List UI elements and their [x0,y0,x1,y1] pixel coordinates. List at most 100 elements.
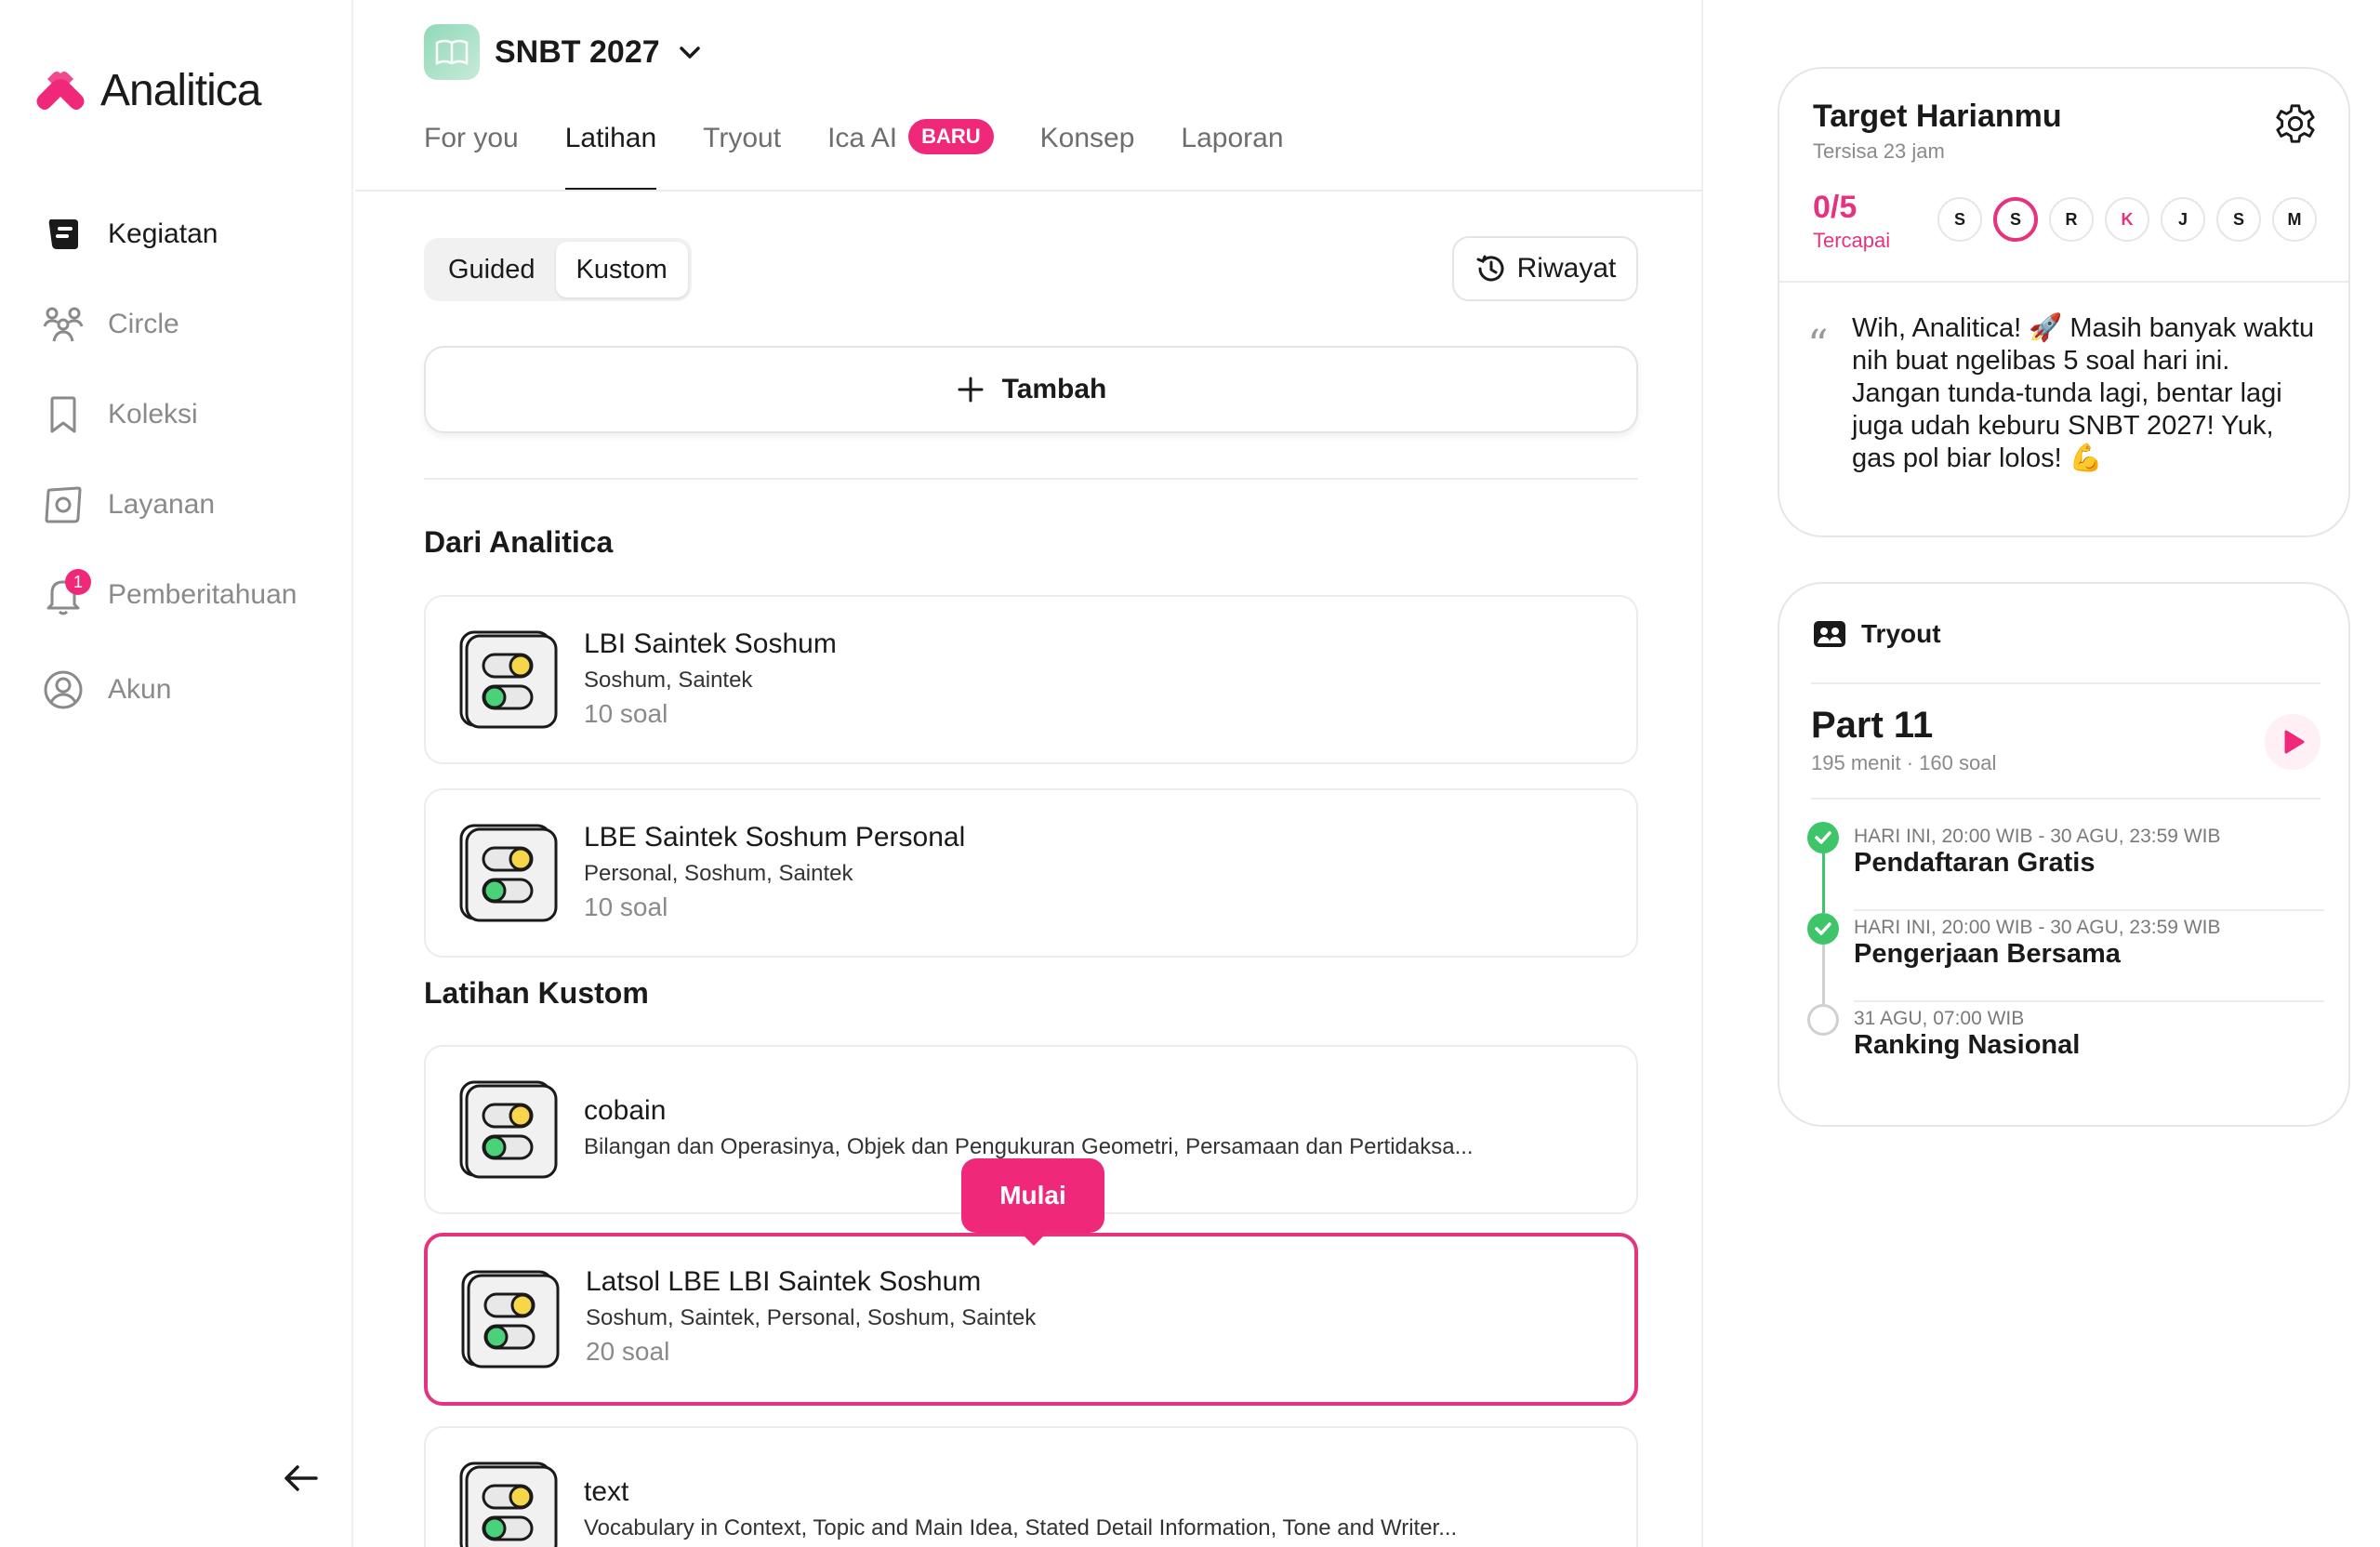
history-label: Riwayat [1516,253,1617,284]
tab-label: Latihan [564,123,657,153]
timeline-what: Pengerjaan Bersama [1854,939,2121,969]
collapse-sidebar-button[interactable] [279,1456,324,1501]
tab-ica-ai[interactable]: Ica AI BARU [827,119,994,192]
practice-card[interactable]: LBE Saintek Soshum Personal Personal, So… [424,788,1638,958]
sidebar-item-layanan[interactable]: Layanan [41,480,338,530]
sidebar-item-kegiatan[interactable]: Kegiatan [41,209,338,259]
timeline-divider [1854,909,2324,911]
tab-label: Konsep [1039,123,1135,153]
timeline-item: HARI INI, 20:00 WIB - 30 AGU, 23:59 WIB … [1807,913,2324,1004]
target-title: Target Harianmu [1813,99,2062,134]
card-title: text [584,1476,629,1507]
card-tags: Bilangan dan Operasinya, Objek dan Pengu… [584,1134,1474,1159]
toggle-stack-icon [459,630,558,729]
group-icon [1814,621,1845,647]
kustom-toggle-button[interactable]: Kustom [555,242,688,298]
tab-label: Ica AI [827,123,898,153]
brand-name: Analitica [100,66,261,115]
tryout-timeline: HARI INI, 20:00 WIB - 30 AGU, 23:59 WIB … [1807,822,2324,1095]
practice-card[interactable]: text Vocabulary in Context, Topic and Ma… [424,1426,1638,1547]
sidebar-item-koleksi[interactable]: Koleksi [41,390,338,440]
timeline-divider [1854,1000,2324,1002]
people-icon [41,302,86,347]
card-title: LBE Saintek Soshum Personal [584,822,966,853]
tab-konsep[interactable]: Konsep [1040,123,1135,192]
tryout-divider [1811,798,2320,800]
new-badge: BARU [908,119,994,154]
sidebar-item-circle[interactable]: Circle [41,299,338,350]
section-title-latihan-kustom: Latihan Kustom [424,976,649,1010]
brand[interactable]: Analitica [33,65,261,116]
card-tags: Soshum, Saintek [584,668,753,693]
chevron-down-icon [679,46,700,59]
check-icon [1807,913,1839,945]
sidebar-item-akun[interactable]: Akun [41,665,338,715]
target-progress: 0/5 [1813,190,1858,225]
quote-icon: “ [1807,322,1829,369]
card-count: 10 soal [584,699,668,728]
tab-for-you[interactable]: For you [424,123,519,192]
sidebar-item-label: Circle [108,309,179,339]
pending-circle-icon [1807,1004,1839,1036]
tab-laporan[interactable]: Laporan [1181,123,1283,192]
play-button[interactable] [2265,714,2320,770]
add-button[interactable]: Tambah [424,346,1638,433]
timeline-item: HARI INI, 20:00 WIB - 30 AGU, 23:59 WIB … [1807,822,2324,913]
guided-toggle-button[interactable]: Guided [428,242,556,298]
bookmark-icon [41,392,86,437]
card-tags: Vocabulary in Context, Topic and Main Id… [584,1515,1458,1540]
timeline-connector [1822,853,1825,913]
history-icon [1476,255,1504,282]
main-content: SNBT 2027 For you Latihan Tryout Ica AI B… [355,0,1703,1547]
timeline-when: HARI INI, 20:00 WIB - 30 AGU, 23:59 WIB [1854,917,2221,938]
weekday-circle: M [2272,197,2317,242]
add-label: Tambah [1001,374,1107,404]
history-button[interactable]: Riwayat [1452,236,1638,301]
exam-name: SNBT 2027 [495,33,660,70]
book-icon [424,24,480,80]
tab-label: Tryout [703,123,782,153]
tab-latihan[interactable]: Latihan [564,123,657,192]
tab-label: For you [424,123,519,153]
practice-card-selected[interactable]: Latsol LBE LBI Saintek Soshum Soshum, Sa… [424,1233,1638,1406]
practice-card[interactable]: LBI Saintek Soshum Soshum, Saintek 10 so… [424,595,1638,764]
card-count: 10 soal [584,892,668,921]
card-title: Latsol LBE LBI Saintek Soshum [586,1266,982,1297]
notification-badge: 1 [65,569,91,595]
arrow-left-icon [284,1465,318,1491]
sidebar-item-label: Akun [108,674,172,705]
tryout-divider [1811,682,2320,684]
tryout-part-title: Part 11 [1811,705,1934,746]
daily-target-card: Target Harianmu Tersisa 23 jam 0/5 Terca… [1778,67,2350,537]
bell-icon: 1 [41,569,91,617]
sidebar-item-label: Kegiatan [108,218,218,249]
toggle-stack-icon [459,1080,558,1179]
timeline-connector [1822,945,1825,1004]
start-tooltip-button[interactable]: Mulai [961,1158,1104,1246]
target-progress-label: Tercapai [1813,229,1891,252]
exam-selector[interactable]: SNBT 2027 [424,24,705,80]
weekday-circle: R [2049,197,2094,242]
weekday-circle: S [2216,197,2261,242]
sidebar-nav: Kegiatan Circle Koleksi Layanan 1 Pember… [41,209,338,755]
play-icon [2284,730,2305,754]
toggle-stack-icon [459,824,558,922]
toggle-stack-icon [461,1270,560,1368]
card-title: LBI Saintek Soshum [584,628,837,659]
activity-icon [41,212,86,257]
timeline-what: Pendaftaran Gratis [1854,848,2096,878]
sidebar-item-label: Koleksi [108,399,198,430]
section-divider [424,478,1638,480]
card-tags: Personal, Soshum, Saintek [584,861,853,886]
tab-divider [355,190,1703,192]
tryout-part-meta: 195 menit · 160 soal [1811,751,1997,774]
tab-tryout[interactable]: Tryout [703,123,781,192]
tab-label: Laporan [1181,123,1284,153]
target-divider [1779,281,2348,283]
weekday-tracker: S S R K J S M [1937,197,2317,242]
gear-icon[interactable] [2274,102,2317,145]
weekday-circle: S [1937,197,1982,242]
mode-toggle: Guided Kustom [424,238,692,301]
section-title-dari-analitica: Dari Analitica [424,525,614,559]
sidebar-item-pemberitahuan[interactable]: 1 Pemberitahuan [41,569,338,620]
